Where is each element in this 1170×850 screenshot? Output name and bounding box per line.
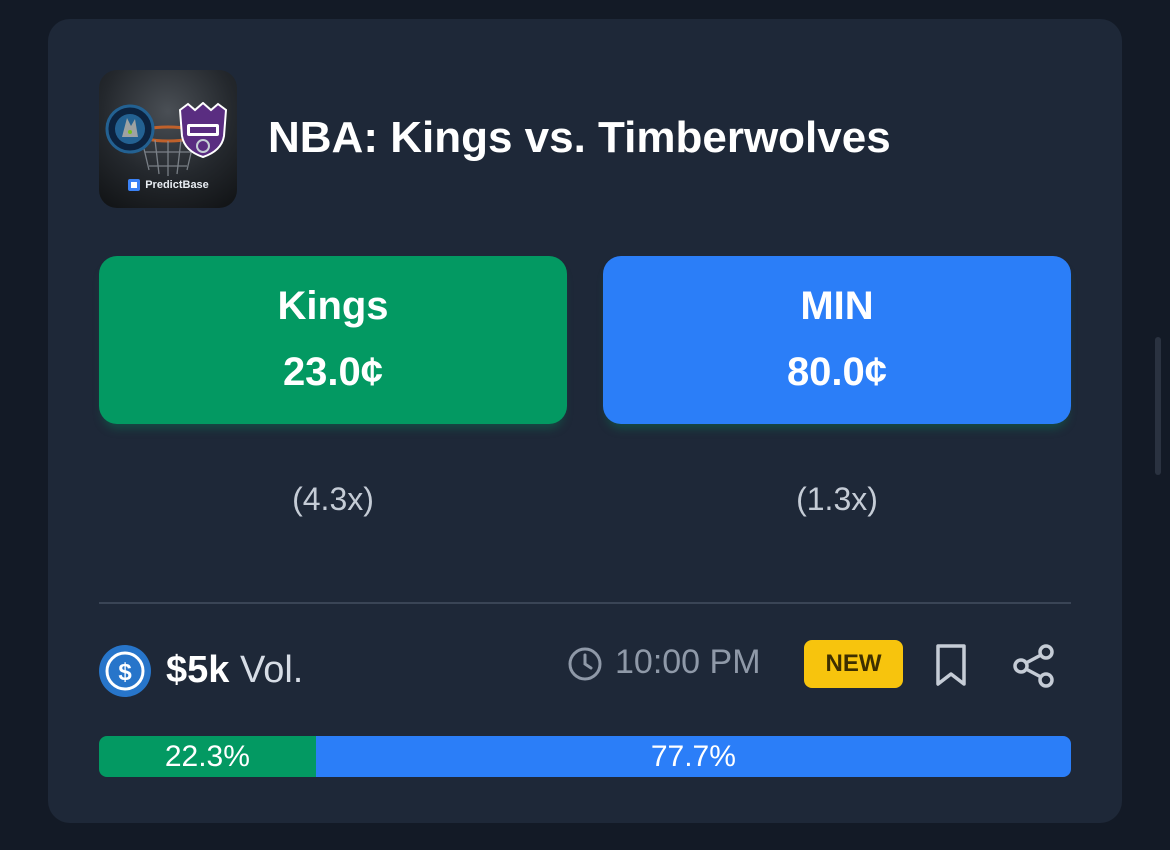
buy-min-button[interactable]: MIN 80.0¢ [603, 256, 1071, 424]
volume-suffix: Vol. [239, 649, 304, 691]
buy-kings-button[interactable]: Kings 23.0¢ [99, 256, 567, 424]
clock-icon [568, 647, 602, 681]
volume: $5k Vol. [166, 649, 303, 692]
outcome-price: 80.0¢ [786, 350, 888, 394]
new-badge: NEW [804, 640, 903, 688]
timberwolves-logo-icon [105, 104, 155, 154]
predictbase-logo-icon [128, 179, 141, 191]
min-payout-multiplier: (1.3x) [796, 481, 878, 517]
kings-logo-icon [178, 102, 228, 158]
outcome-price: 23.0¢ [282, 350, 384, 394]
event-time: 10:00 PM [615, 643, 761, 681]
outcome-label: MIN [800, 284, 874, 328]
usdc-coin-icon: $ [99, 645, 151, 697]
min-probability-segment: 77.7% [315, 736, 1071, 777]
bookmark-icon[interactable] [931, 643, 971, 687]
market-thumbnail: PredictBase [99, 70, 237, 208]
probability-bar: 22.3% 77.7% [99, 736, 1071, 777]
market-title[interactable]: NBA: Kings vs. Timberwolves [268, 113, 891, 163]
divider [99, 602, 1071, 604]
thumbnail-brand-text: PredictBase [145, 179, 209, 191]
kings-payout-multiplier: (4.3x) [292, 481, 374, 517]
thumbnail-brand: PredictBase [99, 178, 237, 192]
volume-amount: $5k [166, 649, 230, 691]
svg-text:$: $ [118, 659, 132, 686]
kings-probability-segment: 22.3% [99, 736, 316, 777]
market-card[interactable]: PredictBase NBA: Kings vs. Timberwolves … [48, 19, 1122, 823]
scrollbar[interactable] [1155, 337, 1161, 475]
outcome-label: Kings [277, 284, 389, 328]
share-icon[interactable] [1011, 643, 1057, 689]
